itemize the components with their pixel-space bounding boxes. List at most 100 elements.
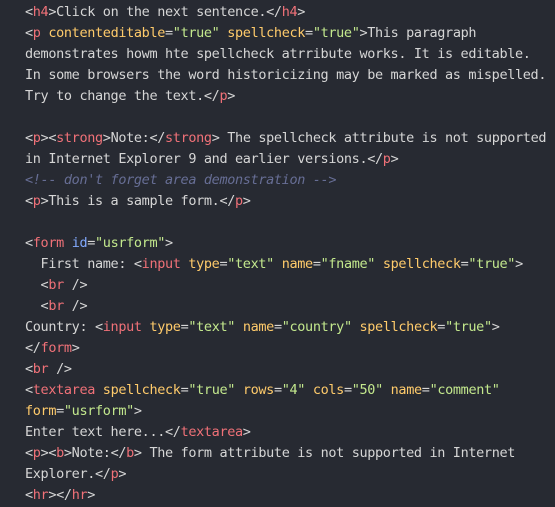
attribute-name-token: cols — [312, 382, 344, 398]
code-line[interactable]: <br /> — [25, 296, 555, 317]
code-text: First name: < — [25, 256, 142, 272]
string-value-token: "true" — [468, 256, 516, 272]
code-line[interactable]: <p contenteditable="true" spellcheck="tr… — [25, 23, 555, 44]
code-line[interactable] — [25, 212, 555, 233]
string-value-token: "text" — [188, 319, 236, 335]
tag-name-token: p — [32, 445, 41, 461]
code-text: > — [165, 235, 173, 251]
code-text: < — [25, 25, 33, 41]
tag-name-token: h4 — [281, 4, 298, 20]
code-text: >This is a sample form.</ — [40, 193, 236, 209]
code-text: > — [87, 487, 96, 503]
tag-name-token: p — [32, 25, 41, 41]
string-value-token: "true" — [445, 319, 492, 335]
code-editor[interactable]: <h4>Click on the next sentence.</h4> <p c… — [0, 0, 555, 507]
tag-name-token: hr — [71, 487, 88, 503]
code-line[interactable]: <hr></hr> — [25, 485, 555, 506]
code-text: > The form attribute is not supported in… — [133, 445, 516, 461]
attribute-name-token: form — [25, 403, 57, 419]
code-text: > — [297, 4, 306, 20]
attribute-name-token: spellcheck — [227, 25, 306, 41]
code-line[interactable]: <h4>Click on the next sentence.</h4> — [25, 2, 555, 23]
code-line[interactable]: <!-- don't forget area demonstration --> — [25, 170, 555, 191]
code-text: >Note:</ — [63, 445, 127, 461]
code-text: Enter text here...</ — [25, 424, 181, 440]
code-text: = — [343, 382, 352, 398]
code-text: < — [25, 361, 33, 377]
tag-name-token: p — [382, 151, 391, 167]
code-text: = — [273, 319, 282, 335]
tag-name-token: h4 — [32, 4, 49, 20]
tag-name-token: br — [48, 298, 64, 314]
code-text: < — [25, 4, 33, 20]
string-value-token: "usrform" — [63, 403, 134, 419]
code-text: > — [118, 466, 127, 482]
code-text: Explorer.</ — [25, 466, 111, 482]
code-line[interactable]: in Internet Explorer 9 and earlier versi… — [25, 149, 555, 170]
code-text: >Click on the next sentence.</ — [48, 4, 282, 20]
code-line[interactable]: Explorer.</p> — [25, 464, 555, 485]
code-line[interactable]: <br /> — [25, 359, 555, 380]
code-text: > — [71, 340, 80, 356]
code-text: > — [242, 193, 251, 209]
attribute-name-token: name — [242, 319, 274, 335]
code-text: Country: < — [25, 319, 103, 335]
tag-name-token: textarea — [32, 382, 96, 398]
string-value-token: "50" — [351, 382, 383, 398]
attribute-name-token: type — [188, 256, 220, 272]
code-line[interactable]: In some browsers the word historicizing … — [25, 65, 555, 86]
tag-name-token: form — [40, 340, 72, 356]
code-line[interactable]: Enter text here...</textarea> — [25, 422, 555, 443]
string-value-token: "country" — [281, 319, 352, 335]
code-line[interactable]: First name: <input type="text" name="fna… — [25, 254, 555, 275]
code-text: < — [25, 445, 33, 461]
code-text: < — [25, 235, 33, 251]
code-line[interactable]: Try to change the text.</p> — [25, 86, 555, 107]
code-line[interactable]: <textarea spellcheck="true" rows="4" col… — [25, 380, 555, 401]
code-line[interactable]: form="usrform"> — [25, 401, 555, 422]
code-text: /> — [63, 298, 88, 314]
code-text: >Note:</ — [102, 130, 166, 146]
code-text: = — [421, 382, 430, 398]
code-line[interactable]: demonstrates howm hte spellcheck atrribu… — [25, 44, 555, 65]
attribute-name-token: name — [281, 256, 313, 272]
code-text: >< — [40, 130, 57, 146]
code-text: in Internet Explorer 9 and earlier versi… — [25, 151, 383, 167]
tag-name-token: input — [141, 256, 181, 272]
code-line[interactable]: <form id="usrform"> — [25, 233, 555, 254]
code-text: < — [25, 298, 49, 314]
code-line[interactable]: </form> — [25, 338, 555, 359]
tag-name-token: strong — [56, 130, 103, 146]
code-text: > — [242, 424, 251, 440]
code-line[interactable]: <br /> — [25, 275, 555, 296]
attribute-name-token: spellcheck — [102, 382, 181, 398]
code-text: > The spellcheck attribute is not suppor… — [211, 130, 547, 146]
code-line[interactable]: <p><strong>Note:</strong> The spellcheck… — [25, 128, 555, 149]
code-text: >< — [40, 445, 57, 461]
code-text: >This paragraph — [359, 25, 477, 41]
tag-name-token: p — [235, 193, 243, 209]
tag-name-token: br — [48, 277, 64, 293]
code-text: < — [25, 130, 33, 146]
string-value-token: "usrform" — [95, 235, 166, 251]
attribute-name-token: rows — [242, 382, 274, 398]
tag-name-token: b — [126, 445, 134, 461]
string-value-token: "true" — [188, 382, 236, 398]
code-text: /> — [48, 361, 72, 377]
id-attribute-token: id — [71, 235, 88, 251]
code-line[interactable]: <p><b>Note:</b> The form attribute is no… — [25, 443, 555, 464]
code-text: = — [87, 235, 96, 251]
code-line[interactable]: <p>This is a sample form.</p> — [25, 191, 555, 212]
code-line[interactable] — [25, 107, 555, 128]
code-text: < — [25, 277, 49, 293]
string-value-token: "true" — [172, 25, 220, 41]
code-line[interactable]: Country: <input type="text" name="countr… — [25, 317, 555, 338]
tag-name-token: strong — [165, 130, 212, 146]
tag-name-token: p — [32, 130, 41, 146]
